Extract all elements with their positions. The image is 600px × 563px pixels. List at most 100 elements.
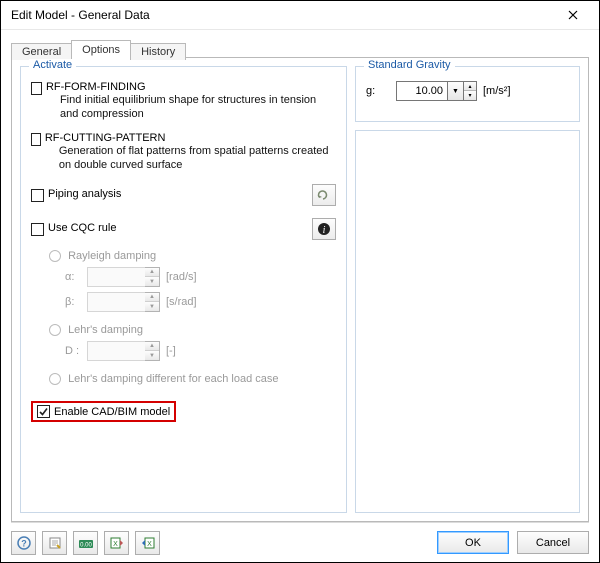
label: Cancel <box>536 537 570 549</box>
d-input: ▲▼ <box>87 341 160 361</box>
units-button[interactable]: 0.00 <box>73 531 98 555</box>
tab-general[interactable]: General <box>11 43 72 60</box>
input <box>87 292 145 312</box>
titlebar: Edit Model - General Data <box>1 1 599 30</box>
left-column: Activate RF-FORM-FINDING Find initial eq… <box>20 66 347 513</box>
radio <box>49 373 61 385</box>
dropdown-button[interactable]: ▼ <box>448 81 464 101</box>
export-excel-button[interactable]: X <box>104 531 129 555</box>
empty-group <box>355 130 580 513</box>
cad-label: Enable CAD/BIM model <box>54 406 170 418</box>
info-icon: i <box>317 222 331 236</box>
alpha-label: α: <box>65 271 87 283</box>
note-button[interactable] <box>42 531 67 555</box>
window-title: Edit Model - General Data <box>11 8 150 22</box>
note-icon <box>48 536 62 550</box>
group-title: Standard Gravity <box>364 59 455 71</box>
piping-settings-button[interactable] <box>312 184 336 206</box>
alpha-input: ▲▼ <box>87 267 160 287</box>
dialog-buttons: OK Cancel <box>437 531 589 554</box>
cad-row: Enable CAD/BIM model <box>31 401 336 422</box>
cqc-row: Use CQC rule i <box>31 218 336 240</box>
tab-options[interactable]: Options <box>71 40 131 59</box>
spinner: ▲▼ <box>145 292 160 312</box>
tab-body: Activate RF-FORM-FINDING Find initial eq… <box>11 58 589 522</box>
unit: [-] <box>166 345 176 357</box>
cad-checkbox[interactable] <box>37 405 50 418</box>
gravity-group: Standard Gravity g: ▼ ▴▾ [m/s²] <box>355 66 580 122</box>
label: Piping analysis <box>48 188 121 200</box>
help-button[interactable]: ? <box>11 531 36 555</box>
beta-input: ▲▼ <box>87 292 160 312</box>
gravity-input[interactable]: ▼ ▴▾ <box>396 81 477 101</box>
unit: [rad/s] <box>166 271 197 283</box>
checkbox[interactable] <box>31 133 41 146</box>
svg-text:X: X <box>113 541 118 548</box>
piping-analysis-option[interactable]: Piping analysis <box>31 188 121 202</box>
label: Use CQC rule <box>48 222 116 234</box>
refresh-icon <box>317 189 331 201</box>
group-title: Activate <box>29 59 76 71</box>
right-column: Standard Gravity g: ▼ ▴▾ [m/s²] <box>355 66 580 513</box>
checkbox[interactable] <box>31 223 44 236</box>
unit: [s/rad] <box>166 296 197 308</box>
gravity-row: g: ▼ ▴▾ [m/s²] <box>366 81 569 101</box>
label: Rayleigh damping <box>68 250 156 262</box>
beta-label: β: <box>65 296 87 308</box>
excel-import-icon: X <box>141 536 155 550</box>
form-finding-option[interactable]: RF-FORM-FINDING Find initial equilibrium… <box>31 81 336 122</box>
lehr-diff-radio: Lehr's damping different for each load c… <box>49 373 336 385</box>
dialog-window: Edit Model - General Data General Option… <box>0 0 600 563</box>
alpha-row: α: ▲▼ [rad/s] <box>65 267 336 287</box>
cqc-info-button[interactable]: i <box>312 218 336 240</box>
tab-history[interactable]: History <box>130 43 186 60</box>
units-icon: 0.00 <box>78 536 94 550</box>
label: Lehr's damping different for each load c… <box>68 373 278 385</box>
d-row: D : ▲▼ [-] <box>65 341 336 361</box>
label: OK <box>465 537 481 549</box>
spinner: ▲▼ <box>145 341 160 361</box>
label: Lehr's damping <box>68 324 143 336</box>
cutting-pattern-option[interactable]: RF-CUTTING-PATTERN Generation of flat pa… <box>31 132 336 173</box>
svg-text:0.00: 0.00 <box>80 542 92 548</box>
svg-text:?: ? <box>21 538 27 548</box>
input[interactable] <box>396 81 448 101</box>
description: Find initial equilibrium shape for struc… <box>60 93 336 122</box>
label: RF-CUTTING-PATTERN <box>45 132 166 144</box>
d-label: D : <box>65 345 87 357</box>
gravity-label: g: <box>366 85 384 97</box>
tab-underline <box>185 57 589 58</box>
label: RF-FORM-FINDING <box>46 81 146 93</box>
rayleigh-radio: Rayleigh damping <box>49 250 336 262</box>
spinner[interactable]: ▴▾ <box>464 81 477 101</box>
toolbar: ? 0.00 X X <box>11 531 160 555</box>
highlight-box: Enable CAD/BIM model <box>31 401 176 422</box>
import-excel-button[interactable]: X <box>135 531 160 555</box>
activate-group: Activate RF-FORM-FINDING Find initial eq… <box>20 66 347 513</box>
help-icon: ? <box>17 536 31 550</box>
excel-export-icon: X <box>110 536 124 550</box>
piping-row: Piping analysis <box>31 184 336 206</box>
tab-label: History <box>141 46 175 58</box>
content-area: General Options History Activate RF-FORM… <box>1 30 599 522</box>
ok-button[interactable]: OK <box>437 531 509 554</box>
svg-text:i: i <box>323 225 326 236</box>
beta-row: β: ▲▼ [s/rad] <box>65 292 336 312</box>
tab-strip: General Options History <box>11 36 589 58</box>
spinner: ▲▼ <box>145 267 160 287</box>
checkbox[interactable] <box>31 189 44 202</box>
close-icon <box>568 10 578 20</box>
lehr-radio: Lehr's damping <box>49 324 336 336</box>
checkbox[interactable] <box>31 82 42 95</box>
cancel-button[interactable]: Cancel <box>517 531 589 554</box>
close-button[interactable] <box>553 4 593 26</box>
input <box>87 341 145 361</box>
radio <box>49 324 61 336</box>
svg-text:X: X <box>147 541 152 548</box>
unit: [m/s²] <box>483 85 511 97</box>
cqc-rule-option[interactable]: Use CQC rule <box>31 222 116 236</box>
input <box>87 267 145 287</box>
bottom-bar: ? 0.00 X X OK Cancel <box>11 522 589 562</box>
tab-label: General <box>22 46 61 58</box>
description: Generation of flat patterns from spatial… <box>59 144 336 173</box>
